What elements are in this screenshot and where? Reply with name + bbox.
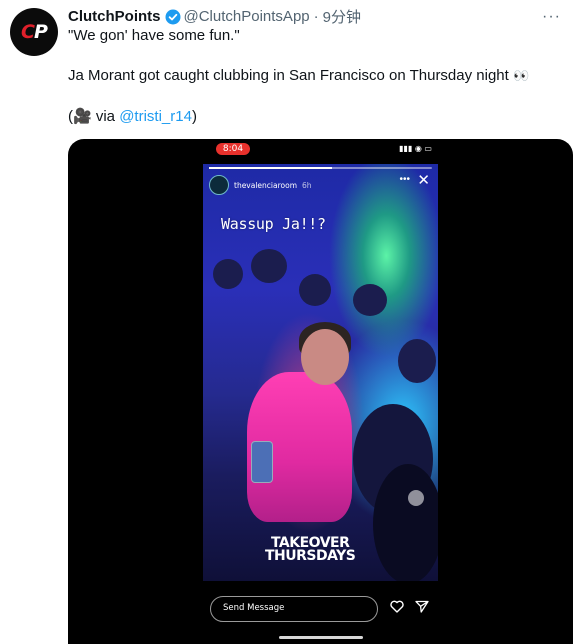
crowd-silhouette [373,464,438,581]
eyes-emoji: 👀 [513,68,530,83]
phone-time: 8:04 [216,143,250,155]
tweet-time[interactable]: 9分钟 [323,6,361,27]
light-flare [408,490,424,506]
credit-prefix: (🎥 via [68,108,120,125]
heart-icon [390,600,404,618]
tweet-text: Ja Morant got caught clubbing in San Fra… [68,67,509,84]
video-player[interactable]: 8:04 ▮▮▮ ◉ ▭ thevalenciaroom 6h ••• ✕ Wa… [68,139,573,644]
story-caption: Wassup Ja!!? [221,215,326,233]
tweet-text-line-2: Ja Morant got caught clubbing in San Fra… [68,66,529,86]
verified-badge-icon [165,9,181,25]
separator: · [313,8,319,25]
send-message-placeholder: Send Message [223,603,285,613]
tweet-text-line-3: (🎥 via @tristi_r14) [68,107,197,127]
tweet-header: ClutchPoints @ClutchPointsApp · 9分钟 [68,6,361,27]
takeover-thursdays-watermark: TAKEOVER THURSDAYS [265,536,356,564]
crowd-silhouette [299,274,331,306]
author-handle[interactable]: @ClutchPointsApp [184,8,310,25]
crowd-silhouette [353,284,387,316]
tweet-text-line-1: "We gon' have some fun." [68,27,240,44]
story-user: thevalenciaroom 6h [209,175,312,195]
send-message-field: Send Message [210,596,378,622]
mention-link[interactable]: @tristi_r14 [119,108,192,125]
author-name[interactable]: ClutchPoints [68,8,161,25]
phone-status-bar: 8:04 ▮▮▮ ◉ ▭ [216,143,438,157]
status-icons: ▮▮▮ ◉ ▭ [399,144,432,153]
close-icon: ✕ [417,172,430,189]
home-indicator [279,636,363,639]
crowd-silhouette [398,339,436,383]
story-age: 6h [302,180,312,190]
story-username: thevalenciaroom [234,180,297,190]
clutchpoints-logo: CP [21,21,48,43]
story-progress-bar [209,167,432,169]
instagram-story: thevalenciaroom 6h ••• ✕ Wassup Ja!!? TA… [203,164,438,581]
crowd-silhouette [251,249,287,283]
story-more-icon: ••• [399,174,410,185]
watermark-line-2: THURSDAYS [265,548,356,564]
crowd-silhouette [213,259,243,289]
avatar[interactable]: CP [10,8,58,56]
credit-suffix: ) [191,108,197,125]
send-icon [415,600,429,618]
more-icon[interactable]: ··· [542,8,561,26]
held-phone [251,441,273,483]
story-avatar [209,175,229,195]
person-face [301,329,349,385]
